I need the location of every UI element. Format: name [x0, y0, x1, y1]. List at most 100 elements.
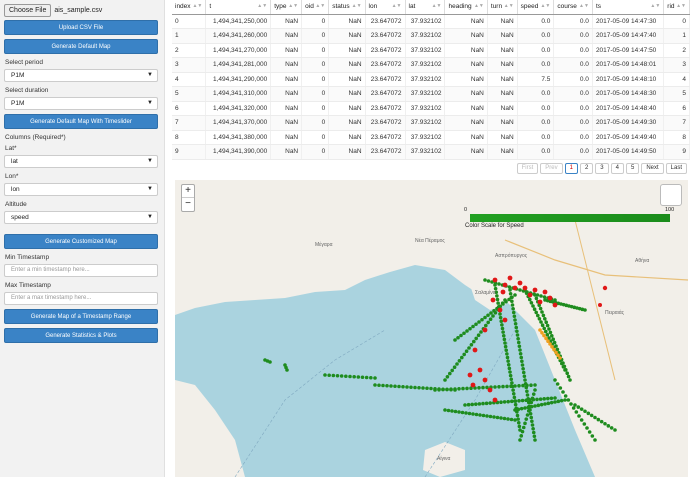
column-header-t[interactable]: t ▲▼ — [205, 0, 272, 15]
table-cell: NaN — [487, 43, 518, 58]
track-point — [534, 310, 538, 315]
altitude-label: Altitude — [5, 201, 27, 208]
customized-map-button[interactable]: Generate Customized Map — [4, 234, 158, 249]
column-header-oid[interactable]: oid ▲▼ — [301, 0, 330, 15]
table-row[interactable]: 4 1,494,341,290,000 NaN 0 NaN 23.647072 37.932… — [172, 72, 690, 87]
table-row[interactable]: 2 1,494,341,270,000 NaN 0 NaN 23.647072 37.932… — [172, 43, 690, 58]
column-header-index[interactable]: index ▲▼ — [172, 0, 207, 15]
sort-icon[interactable]: ▲▼ — [392, 3, 402, 9]
zoom-in-button[interactable]: + — [182, 185, 194, 198]
prev-page-button[interactable]: Prev — [540, 163, 563, 174]
lon-select[interactable]: lon ▼ — [4, 183, 158, 196]
map-canvas[interactable] — [175, 180, 688, 477]
table-cell: 2017-05-09 14:47:30 — [592, 14, 665, 29]
altitude-select[interactable]: speed ▼ — [4, 211, 158, 224]
table-row[interactable]: 5 1,494,341,310,000 NaN 0 NaN 23.647072 37.932… — [172, 86, 690, 102]
column-header-rid[interactable]: rid ▲▼ — [663, 0, 690, 15]
track-point — [501, 330, 505, 334]
sort-icon[interactable]: ▲▼ — [288, 3, 298, 9]
table-cell: NaN — [270, 130, 303, 145]
generate-default-map-button[interactable]: Generate Default Map — [4, 39, 158, 54]
track-point — [471, 412, 475, 416]
sort-icon[interactable]: ▲▼ — [352, 3, 362, 9]
table-row[interactable]: 0 1,494,341,250,000 NaN 0 NaN 23.647072 37.932… — [172, 14, 690, 29]
page-button-2[interactable]: 2 — [579, 163, 594, 174]
column-header-label: course — [557, 3, 577, 11]
track-point — [510, 295, 514, 300]
lat-value: lat — [11, 158, 18, 165]
column-header-speed[interactable]: speed ▲▼ — [517, 0, 555, 15]
column-header-heading[interactable]: heading ▲▼ — [444, 0, 488, 15]
column-header-status[interactable]: status ▲▼ — [328, 0, 366, 15]
column-header-ts[interactable]: ts ▲▼ — [592, 0, 665, 15]
last-page-button[interactable]: Last — [665, 163, 687, 174]
timeslider-map-button[interactable]: Generate Default Map With Timeslider — [4, 114, 158, 129]
table-cell: NaN — [487, 57, 518, 73]
track-point — [344, 374, 348, 379]
first-page-button[interactable]: First — [516, 163, 539, 174]
sort-icon[interactable]: ▲▼ — [192, 3, 202, 9]
table-cell: 37.932102 — [405, 43, 446, 58]
timestamp-range-map-button[interactable]: Generate Map of a Timestamp Range — [4, 309, 158, 324]
table-row[interactable]: 7 1,494,341,370,000 NaN 0 NaN 23.647072 37.932… — [172, 115, 690, 131]
table-row[interactable]: 3 1,494,341,281,000 NaN 0 NaN 23.647072 37.932… — [172, 57, 690, 73]
table-row[interactable]: 8 1,494,341,380,000 NaN 0 NaN 23.647072 37.932… — [172, 130, 690, 145]
sort-icon[interactable]: ▲▼ — [650, 3, 660, 9]
table-cell: 0 — [301, 101, 330, 116]
vessel-track-map[interactable]: + − 0 100 Color Scale for Speed Μέγαρα Ν… — [175, 180, 688, 477]
table-row[interactable]: 6 1,494,341,320,000 NaN 0 NaN 23.647072 37.932… — [172, 101, 690, 116]
track-point — [464, 411, 468, 415]
track-point — [561, 390, 565, 394]
page-button-1[interactable]: 1 — [564, 163, 578, 174]
next-page-button[interactable]: Next — [641, 163, 664, 174]
layers-icon[interactable] — [660, 184, 682, 206]
track-point — [543, 402, 547, 406]
column-header-lat[interactable]: lat ▲▼ — [405, 0, 446, 15]
column-header-label: ts — [595, 3, 601, 11]
table-cell: 2 — [663, 43, 690, 58]
page-button-4[interactable]: 4 — [610, 163, 624, 174]
table-row[interactable]: 1 1,494,341,260,000 NaN 0 NaN 23.647072 37.932… — [172, 28, 690, 44]
upload-csv-button[interactable]: Upload CSV File — [4, 20, 158, 35]
statistics-plots-button[interactable]: Generate Statistics & Plots — [4, 328, 158, 343]
min-timestamp-input[interactable]: Enter a min timestamp here... — [4, 264, 158, 277]
track-point — [539, 320, 543, 324]
track-point — [450, 368, 455, 373]
track-point — [577, 414, 581, 418]
sort-icon[interactable]: ▲▼ — [315, 3, 325, 9]
track-point — [487, 387, 493, 393]
track-point — [497, 385, 501, 389]
sort-icon[interactable]: ▲▼ — [474, 3, 484, 9]
lat-select[interactable]: lat ▼ — [4, 155, 158, 168]
track-point — [504, 348, 509, 353]
table-cell: NaN — [270, 14, 303, 29]
sort-icon[interactable]: ▲▼ — [504, 3, 514, 9]
track-point — [498, 315, 503, 320]
track-point — [502, 416, 507, 421]
period-select[interactable]: P1M ▼ — [4, 69, 158, 82]
max-timestamp-input[interactable]: Enter a max timestamp here... — [4, 292, 158, 305]
control-sidebar: Choose File ais_sample.csv Upload CSV Fi… — [0, 0, 165, 477]
track-point — [545, 323, 550, 328]
table-cell: NaN — [328, 43, 366, 58]
track-point — [446, 408, 451, 413]
zoom-out-button[interactable]: − — [182, 198, 194, 211]
sort-icon[interactable]: ▲▼ — [676, 3, 686, 9]
sort-icon[interactable]: ▲▼ — [540, 3, 550, 9]
duration-select[interactable]: P1M ▼ — [4, 97, 158, 110]
table-row[interactable]: 9 1,494,341,390,000 NaN 0 NaN 23.647072 37.932… — [172, 144, 690, 160]
sort-icon[interactable]: ▲▼ — [257, 3, 267, 9]
track-point — [549, 396, 554, 401]
track-point — [574, 410, 579, 414]
column-header-lon[interactable]: lon ▲▼ — [365, 0, 406, 15]
column-header-turn[interactable]: turn ▲▼ — [487, 0, 518, 15]
page-button-5[interactable]: 5 — [625, 163, 640, 174]
column-header-type[interactable]: type ▲▼ — [270, 0, 303, 15]
column-header-course[interactable]: course ▲▼ — [553, 0, 593, 15]
sort-icon[interactable]: ▲▼ — [579, 3, 589, 9]
track-point — [525, 413, 530, 417]
lon-label: Lon* — [5, 173, 19, 180]
choose-file-button[interactable]: Choose File — [4, 3, 52, 17]
page-button-3[interactable]: 3 — [595, 163, 609, 174]
sort-icon[interactable]: ▲▼ — [432, 3, 442, 9]
